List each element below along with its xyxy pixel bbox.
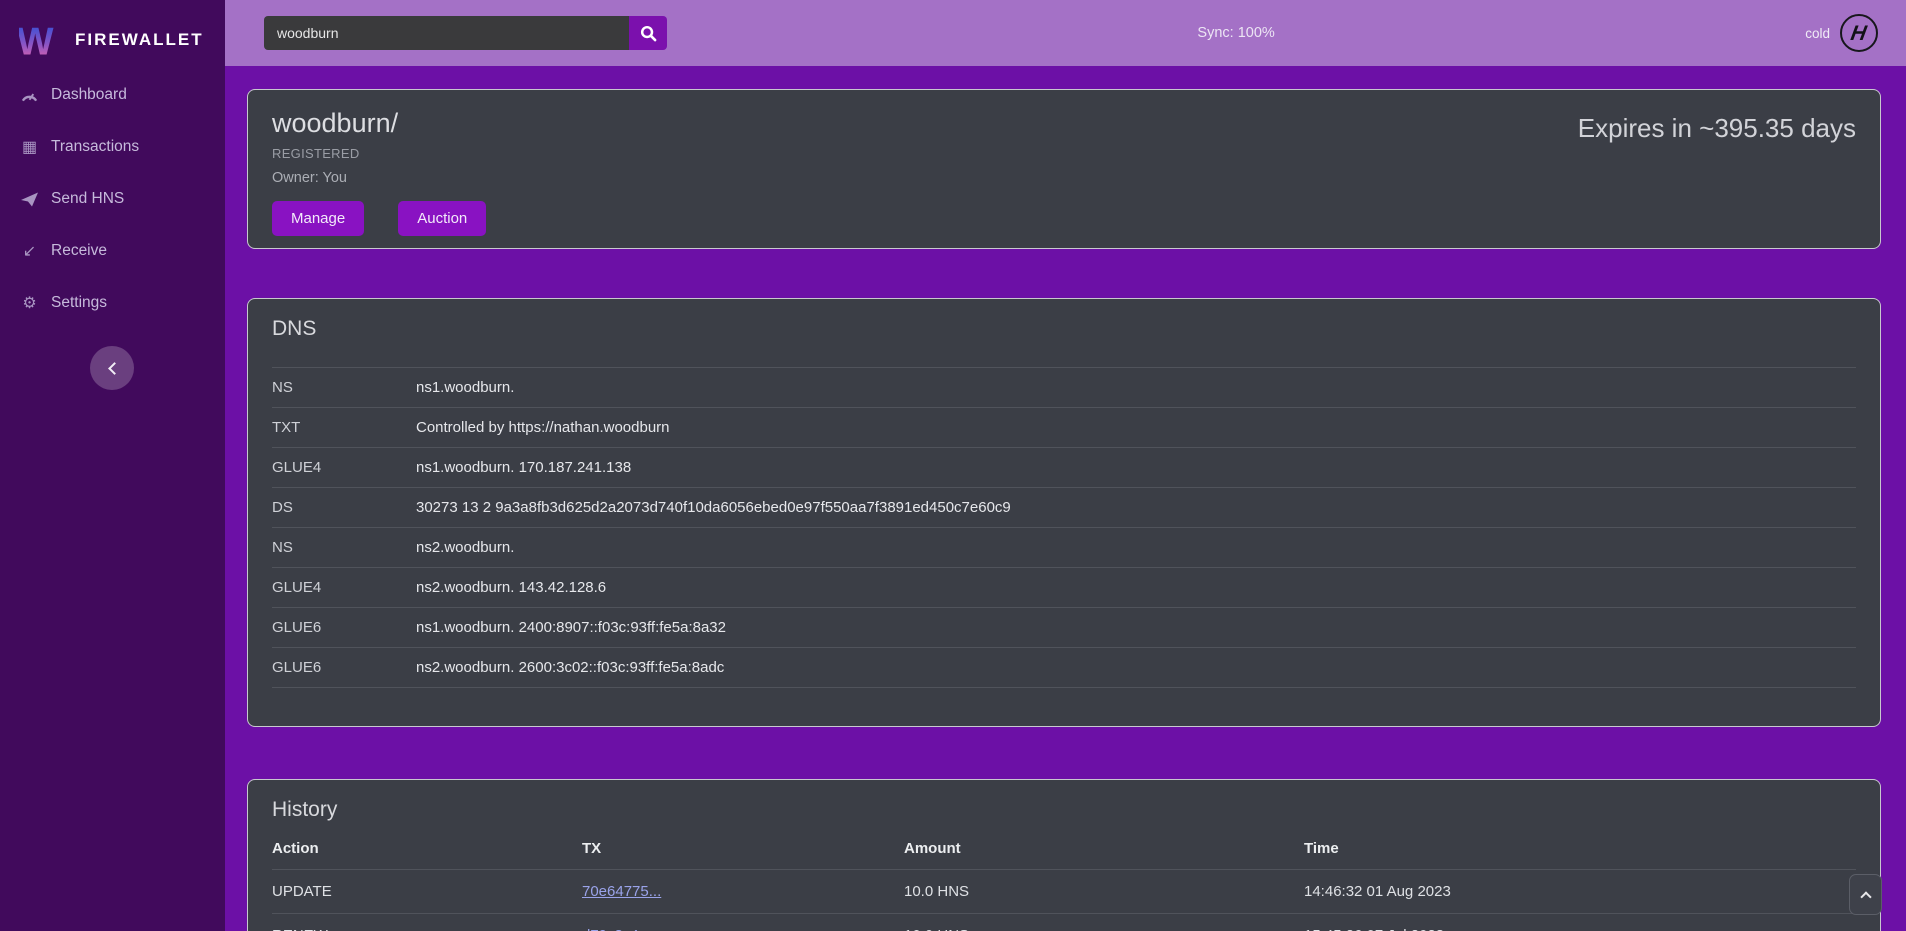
dns-record-row: TXT Controlled by https://nathan.woodbur… [272, 408, 1856, 448]
sidebar-item-transactions[interactable]: ▦ Transactions [0, 132, 225, 162]
gauge-icon [20, 88, 39, 103]
history-row: UPDATE 70e64775... 10.0 HNS 14:46:32 01 … [272, 870, 1856, 914]
dns-card-title: DNS [272, 317, 1856, 341]
domain-status-badge: REGISTERED [272, 146, 486, 161]
dns-record-value: 30273 13 2 9a3a8fb3d625d2a2073d740f10da6… [416, 488, 1856, 528]
tx-link[interactable]: d79c3c4... [582, 927, 651, 931]
search-input[interactable] [264, 16, 629, 50]
sidebar-collapse-button[interactable] [90, 346, 134, 390]
history-time: 15:45:26 07 Jul 2023 [1304, 914, 1856, 931]
search-button[interactable] [629, 16, 667, 50]
history-card: History Action TX Amount Time UPDATE 70e… [247, 779, 1881, 931]
search-group [264, 16, 667, 50]
dns-record-row: GLUE4 ns1.woodburn. 170.187.241.138 [272, 448, 1856, 488]
table-icon: ▦ [20, 137, 39, 157]
paper-plane-icon [20, 192, 39, 207]
history-header-action: Action [272, 840, 582, 870]
chevron-up-icon [1860, 891, 1871, 902]
search-icon [640, 25, 657, 42]
dns-record-value: ns1.woodburn. [416, 368, 1856, 408]
scroll-to-top-button[interactable] [1849, 874, 1882, 915]
sidebar-item-label: Send HNS [51, 190, 124, 208]
dns-record-row: NS ns1.woodburn. [272, 368, 1856, 408]
dns-card: DNS NS ns1.woodburn. TXT Controlled by h… [247, 298, 1881, 727]
history-table: Action TX Amount Time UPDATE 70e64775...… [272, 840, 1856, 931]
main-content: woodburn/ REGISTERED Owner: You Manage A… [225, 66, 1906, 931]
wallet-name: cold [1805, 26, 1830, 41]
sidebar-item-label: Receive [51, 242, 107, 260]
history-amount: 10.0 HNS [904, 870, 1304, 914]
dns-record-row: NS ns2.woodburn. [272, 528, 1856, 568]
brand-name: FIREWALLET [75, 30, 204, 50]
history-amount: 10.0 HNS [904, 914, 1304, 931]
topbar: Sync: 100% cold H [225, 0, 1906, 66]
domain-name: woodburn/ [272, 108, 486, 139]
dns-record-row: GLUE4 ns2.woodburn. 143.42.128.6 [272, 568, 1856, 608]
handshake-h-glyph: H [1850, 23, 1869, 44]
dns-record-value: ns2.woodburn. 143.42.128.6 [416, 568, 1856, 608]
dns-record-value: Controlled by https://nathan.woodburn [416, 408, 1856, 448]
firewallet-logo-icon: W [19, 19, 61, 61]
history-action: RENEW [272, 914, 582, 931]
sidebar-item-label: Transactions [51, 138, 139, 156]
history-card-title: History [272, 798, 1856, 822]
handshake-icon[interactable]: H [1840, 14, 1878, 52]
dns-record-type: TXT [272, 408, 416, 448]
sidebar: W FIREWALLET Dashboard ▦ Transactions [0, 0, 225, 931]
dns-record-value: ns2.woodburn. 2600:3c02::f03c:93ff:fe5a:… [416, 648, 1856, 688]
domain-owner: Owner: You [272, 170, 486, 186]
tx-link[interactable]: 70e64775... [582, 883, 661, 900]
dns-record-type: NS [272, 368, 416, 408]
dns-record-row: DS 30273 13 2 9a3a8fb3d625d2a2073d740f10… [272, 488, 1856, 528]
history-row: RENEW d79c3c4... 10.0 HNS 15:45:26 07 Ju… [272, 914, 1856, 931]
history-action: UPDATE [272, 870, 582, 914]
dns-record-type: NS [272, 528, 416, 568]
sidebar-item-dashboard[interactable]: Dashboard [0, 80, 225, 110]
dns-record-row: GLUE6 ns2.woodburn. 2600:3c02::f03c:93ff… [272, 648, 1856, 688]
sync-status: Sync: 100% [1197, 25, 1274, 41]
history-header-row: Action TX Amount Time [272, 840, 1856, 870]
sidebar-nav: Dashboard ▦ Transactions Send HNS ↙ Rece… [0, 80, 225, 340]
history-header-tx: TX [582, 840, 904, 870]
chevron-left-icon [108, 362, 121, 375]
domain-card: woodburn/ REGISTERED Owner: You Manage A… [247, 89, 1881, 249]
dns-record-type: GLUE6 [272, 648, 416, 688]
domain-expiry: Expires in ~395.35 days [1578, 108, 1856, 230]
dns-table: NS ns1.woodburn. TXT Controlled by https… [272, 367, 1856, 688]
dns-record-type: GLUE6 [272, 608, 416, 648]
sidebar-item-send-hns[interactable]: Send HNS [0, 184, 225, 214]
dns-record-row: GLUE6 ns1.woodburn. 2400:8907::f03c:93ff… [272, 608, 1856, 648]
dns-record-type: GLUE4 [272, 448, 416, 488]
sidebar-item-label: Settings [51, 294, 107, 312]
dns-record-value: ns2.woodburn. [416, 528, 1856, 568]
gear-icon: ⚙ [20, 293, 39, 313]
sidebar-item-label: Dashboard [51, 86, 127, 104]
history-header-amount: Amount [904, 840, 1304, 870]
history-header-time: Time [1304, 840, 1856, 870]
manage-button[interactable]: Manage [272, 201, 364, 236]
wallet-selector[interactable]: cold H [1805, 14, 1878, 52]
domain-info: woodburn/ REGISTERED Owner: You Manage A… [272, 108, 486, 230]
svg-text:W: W [19, 20, 54, 60]
auction-button[interactable]: Auction [398, 201, 486, 236]
history-time: 14:46:32 01 Aug 2023 [1304, 870, 1856, 914]
brand-logo[interactable]: W FIREWALLET [0, 0, 225, 66]
dns-record-value: ns1.woodburn. 170.187.241.138 [416, 448, 1856, 488]
sidebar-item-receive[interactable]: ↙ Receive [0, 236, 225, 266]
arrow-down-left-icon: ↙ [20, 241, 39, 261]
dns-record-type: DS [272, 488, 416, 528]
dns-record-value: ns1.woodburn. 2400:8907::f03c:93ff:fe5a:… [416, 608, 1856, 648]
sidebar-item-settings[interactable]: ⚙ Settings [0, 288, 225, 318]
dns-record-type: GLUE4 [272, 568, 416, 608]
domain-actions: Manage Auction [272, 201, 486, 236]
